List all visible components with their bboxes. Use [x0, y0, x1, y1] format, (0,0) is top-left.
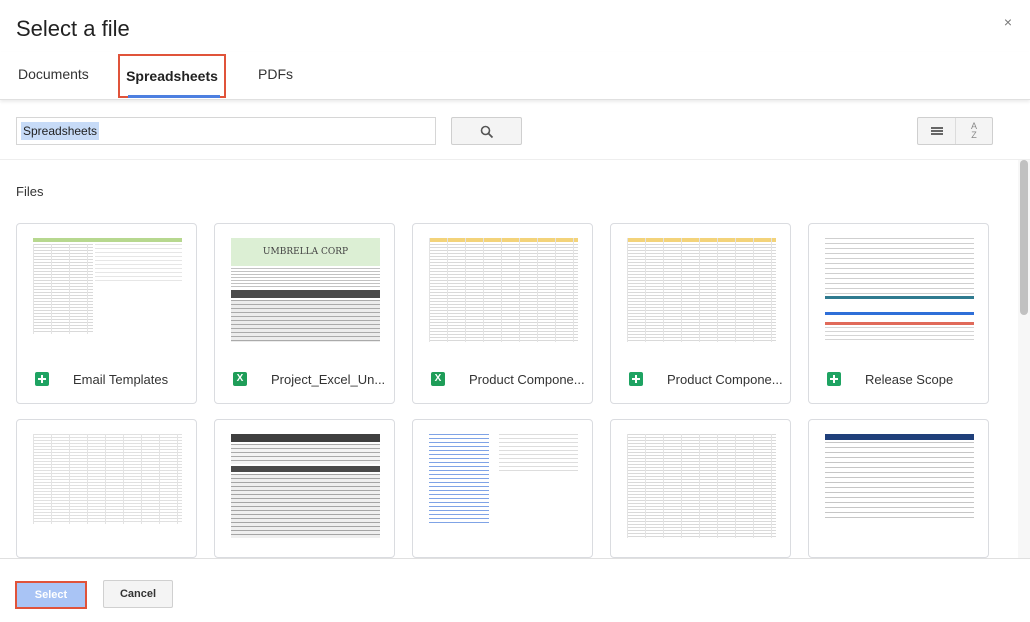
scrollbar-thumb[interactable] — [1020, 160, 1028, 315]
search-toolbar: Spreadsheets A Z — [0, 100, 1030, 160]
file-card[interactable]: Product Compone... — [610, 223, 791, 404]
file-thumbnail — [825, 434, 974, 538]
file-thumbnail — [627, 434, 776, 538]
google-sheets-icon — [827, 372, 841, 386]
file-name: Project_Excel_Un... — [271, 372, 386, 387]
search-input[interactable]: Spreadsheets — [16, 117, 436, 145]
select-button[interactable]: Select — [15, 581, 87, 609]
google-sheets-icon — [35, 372, 49, 386]
file-thumbnail — [33, 434, 182, 538]
umbrella-logo-text: UMBRELLA CORP — [231, 238, 380, 266]
file-thumbnail — [429, 238, 578, 342]
dialog-footer: Select Cancel — [0, 558, 1030, 622]
file-thumbnail: UMBRELLA CORP — [231, 238, 380, 342]
scrollbar[interactable] — [1018, 160, 1030, 558]
file-card[interactable] — [214, 419, 395, 558]
google-sheets-icon — [629, 372, 643, 386]
file-thumbnail — [429, 434, 578, 538]
file-name: Release Scope — [865, 372, 954, 387]
tab-documents[interactable]: Documents — [18, 54, 90, 98]
search-icon — [480, 125, 494, 139]
files-section-heading: Files — [16, 184, 44, 199]
file-thumbnail — [825, 238, 974, 342]
file-card[interactable] — [808, 419, 989, 558]
file-card[interactable]: Release Scope — [808, 223, 989, 404]
search-input-value: Spreadsheets — [21, 122, 100, 140]
tab-pdfs[interactable]: PDFs — [258, 54, 298, 98]
file-name: Email Templates — [73, 372, 169, 387]
file-card[interactable] — [412, 419, 593, 558]
view-options: A Z — [917, 117, 993, 145]
sort-az-icon[interactable]: A Z — [956, 118, 992, 144]
file-card[interactable]: X Product Compone... — [412, 223, 593, 404]
tab-bar: Documents Spreadsheets PDFs — [0, 52, 1030, 100]
file-thumbnail — [33, 238, 182, 342]
excel-icon: X — [431, 372, 445, 386]
search-button[interactable] — [451, 117, 522, 145]
file-card[interactable] — [16, 419, 197, 558]
file-picker-dialog: Select a file × Documents Spreadsheets P… — [0, 0, 1030, 622]
file-card[interactable]: Email Templates — [16, 223, 197, 404]
file-name: Product Compone... — [667, 372, 783, 387]
close-icon[interactable]: × — [1000, 14, 1016, 30]
excel-icon: X — [233, 372, 247, 386]
active-tab-indicator — [128, 95, 220, 98]
sort-az-bottom: Z — [971, 130, 977, 140]
dialog-title: Select a file — [16, 16, 130, 41]
file-name: Product Compone... — [469, 372, 585, 387]
list-view-icon[interactable] — [918, 118, 956, 144]
file-card[interactable] — [610, 419, 791, 558]
file-thumbnail — [231, 434, 380, 538]
file-card[interactable]: UMBRELLA CORP X Project_Excel_Un... — [214, 223, 395, 404]
cancel-button[interactable]: Cancel — [103, 580, 173, 608]
file-thumbnail — [627, 238, 776, 342]
tab-spreadsheets[interactable]: Spreadsheets — [118, 54, 226, 98]
